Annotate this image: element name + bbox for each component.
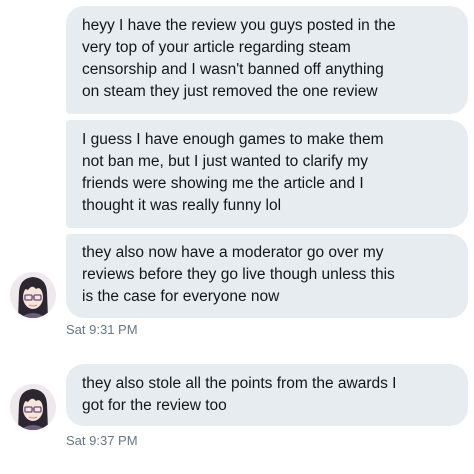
sender-avatar[interactable] <box>10 384 56 430</box>
message-bubble[interactable]: they also stole all the points from the … <box>66 364 468 426</box>
sender-avatar[interactable] <box>10 272 56 318</box>
message-timestamp: Sat 9:37 PM <box>66 433 138 448</box>
message-bubble[interactable]: heyy I have the review you guys posted i… <box>66 6 468 114</box>
message-timestamp: Sat 9:31 PM <box>66 322 138 337</box>
message-bubble[interactable]: I guess I have enough games to make them… <box>66 120 468 228</box>
anime-character-avatar-icon <box>10 272 56 318</box>
message-bubble[interactable]: they also now have a moderator go over m… <box>66 234 468 318</box>
anime-character-avatar-icon <box>10 384 56 430</box>
message-thread: heyy I have the review you guys posted i… <box>0 0 474 474</box>
